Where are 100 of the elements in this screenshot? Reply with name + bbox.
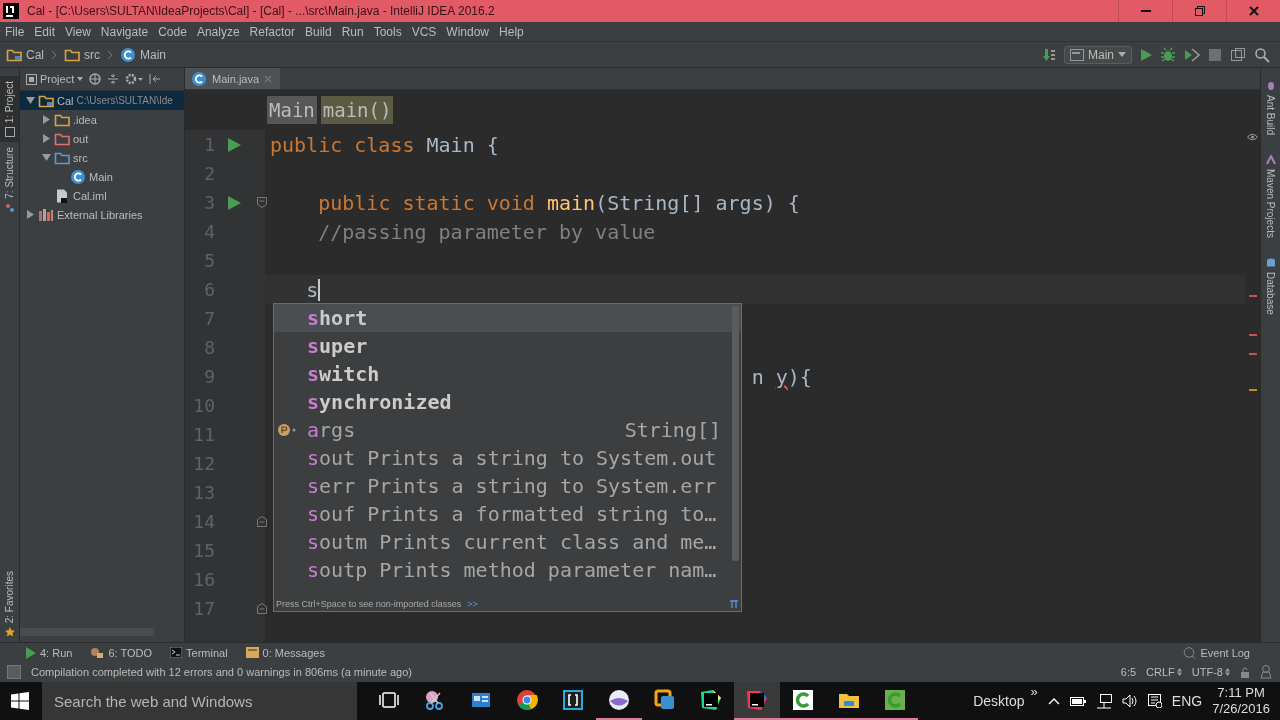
hide-icon[interactable] [149, 73, 162, 85]
clock-time[interactable]: 7:11 PM [1217, 685, 1265, 701]
completion-item[interactable]: switch [274, 360, 741, 388]
tool-window-button[interactable]: 4: Run [26, 646, 73, 659]
terminal-icon [170, 647, 183, 658]
completion-item[interactable]: synchronized [274, 388, 741, 416]
menu-item[interactable]: Help [494, 24, 529, 39]
completion-item[interactable]: args String[] [274, 416, 741, 444]
tool-window-button[interactable]: Terminal [170, 646, 228, 659]
tool-window-tab[interactable]: Database [1261, 252, 1280, 320]
coverage-icon[interactable] [1184, 46, 1200, 63]
close-icon [1248, 6, 1259, 16]
editor-tab[interactable]: Main.java [185, 68, 281, 89]
completion-item[interactable]: short [274, 304, 741, 332]
completion-item[interactable]: souf Prints a formatted string to… [274, 500, 741, 528]
app-icon [700, 689, 722, 711]
layout-icon[interactable] [1230, 46, 1246, 63]
completion-item[interactable]: soutm Prints current class and me… [274, 528, 741, 556]
tree-item[interactable]: Cal C:\Users\SULTAN\Ide [20, 91, 184, 110]
run-icon[interactable] [227, 136, 241, 153]
fold-icon[interactable] [256, 602, 268, 615]
clock-date[interactable]: 7/26/2016 [1212, 701, 1270, 717]
tree-item[interactable]: src [20, 148, 184, 167]
code-line: //passing parameter by value [318, 219, 656, 244]
breadcrumb[interactable]: src [64, 46, 100, 63]
network-icon[interactable] [1095, 693, 1112, 709]
chevron-up-icon[interactable] [1047, 697, 1060, 705]
caret-icon [1118, 52, 1126, 57]
menu-item[interactable]: Window [441, 24, 495, 39]
menu-item[interactable]: Tools [368, 24, 407, 39]
menu-item[interactable]: Analyze [191, 24, 245, 39]
tree-item[interactable]: Cal.iml [20, 186, 184, 205]
gear-icon[interactable] [125, 73, 144, 85]
pin-icon[interactable] [730, 600, 738, 608]
encoding-selector[interactable]: UTF-8 [1191, 666, 1230, 678]
collapse-icon[interactable] [107, 73, 120, 85]
tool-window-tab[interactable]: 2: Favorites [0, 565, 19, 642]
completion-item[interactable]: sout Prints a string to System.out [274, 444, 741, 472]
taskbar-app[interactable] [734, 682, 780, 720]
tool-window-tab[interactable]: 1: Project [0, 76, 19, 143]
menu-item[interactable]: Refactor [244, 24, 300, 39]
input-language[interactable]: ENG [1171, 693, 1203, 709]
tree-item[interactable]: External Libraries [20, 205, 184, 224]
notification-icon[interactable] [1147, 694, 1162, 708]
completion-item[interactable]: soutp Prints method parameter nam… [274, 556, 741, 584]
breadcrumb[interactable]: main() [320, 96, 394, 124]
tree-item[interactable]: out [20, 129, 184, 148]
battery-icon[interactable] [1069, 696, 1086, 706]
menu-item[interactable]: Build [299, 24, 337, 39]
run-icon[interactable] [227, 194, 241, 211]
volume-icon[interactable] [1121, 694, 1138, 708]
inspection-eye-icon[interactable] [1247, 133, 1258, 141]
code-line: n y){ [751, 364, 812, 389]
menu-item[interactable]: Code [153, 24, 192, 39]
tool-window-tab[interactable]: 7: Structure [0, 142, 19, 218]
menu-item[interactable]: Run [336, 24, 369, 39]
menu-item[interactable]: Navigate [95, 24, 154, 39]
more-link[interactable]: >> [467, 599, 478, 609]
event-log-button[interactable]: Event Log [1183, 646, 1250, 659]
view-dropdown[interactable]: Project [26, 73, 84, 85]
build-icon[interactable] [1042, 46, 1056, 63]
menu-item[interactable]: VCS [406, 24, 442, 39]
panel-toggle-icon[interactable] [7, 665, 21, 679]
toolbar-overflow[interactable]: » [1030, 684, 1038, 699]
caret-position[interactable]: 6:5 [1120, 666, 1137, 678]
database-icon [1265, 257, 1276, 268]
tree-item[interactable]: .idea [20, 110, 184, 129]
run-icon[interactable] [1140, 47, 1152, 62]
scrollbar-thumb[interactable] [732, 306, 739, 561]
line-separator-selector[interactable]: CRLF [1146, 666, 1182, 678]
browser-icon [516, 689, 538, 711]
breadcrumb[interactable]: Main [120, 46, 167, 63]
menu-item[interactable]: View [60, 24, 96, 39]
menu-item[interactable]: Edit [29, 24, 61, 39]
tool-window-tab[interactable]: Maven Projects [1261, 150, 1280, 243]
chevron-icon [51, 49, 57, 60]
app-icon [792, 689, 814, 711]
tool-window-tab[interactable]: Ant Build [1261, 76, 1280, 141]
class-icon [70, 168, 86, 185]
target-icon[interactable] [89, 73, 102, 85]
lock-icon[interactable] [1240, 666, 1250, 678]
run-config-dropdown[interactable]: Main [1064, 45, 1132, 64]
balloon-icon [1183, 646, 1197, 659]
menu-item[interactable]: File [0, 24, 30, 39]
completion-item[interactable]: serr Prints a string to System.err [274, 472, 741, 500]
tool-window-button[interactable]: 0: Messages [245, 646, 325, 659]
up-down-icon [1225, 668, 1230, 676]
inspector-icon[interactable] [1260, 665, 1272, 679]
desktop-toolbar-label[interactable]: Desktop [973, 693, 1025, 709]
tree-item[interactable]: Main [20, 167, 184, 186]
search-field[interactable]: Search the web and Windows [42, 682, 357, 720]
breadcrumb[interactable]: Cal [6, 46, 44, 63]
search-icon[interactable] [1254, 46, 1270, 63]
structure-icon [4, 202, 15, 213]
tool-window-button[interactable]: 6: TODO [90, 646, 153, 659]
fold-icon[interactable] [256, 515, 268, 528]
bug-icon[interactable] [1160, 46, 1176, 63]
fold-icon[interactable] [256, 196, 268, 209]
completion-item[interactable]: super [274, 332, 741, 360]
breadcrumb[interactable]: Main [267, 96, 317, 124]
